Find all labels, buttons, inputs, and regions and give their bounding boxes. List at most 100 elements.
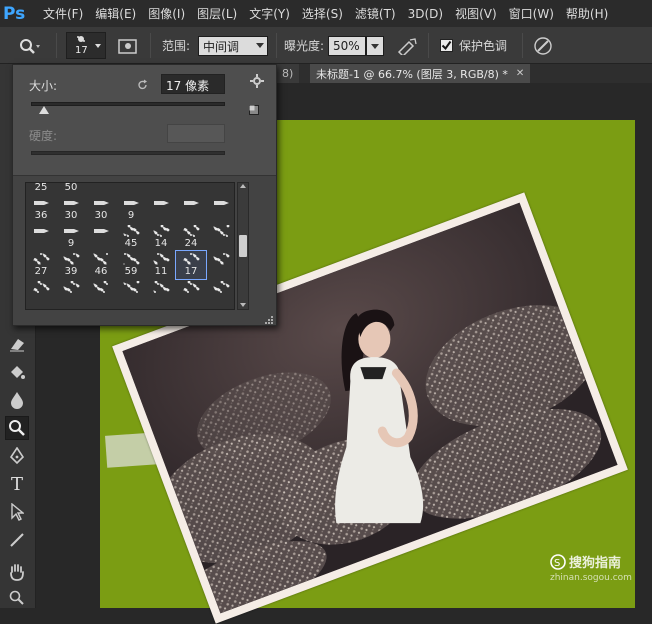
menu-view[interactable]: 视图(V) bbox=[455, 5, 497, 22]
paint-bucket-tool[interactable] bbox=[5, 360, 29, 384]
brush-preset-cell[interactable]: 39 bbox=[56, 251, 86, 279]
brush-tip-icon bbox=[211, 224, 231, 237]
pen-tool[interactable] bbox=[5, 444, 29, 468]
exposure-slider-button[interactable] bbox=[366, 36, 384, 56]
arrow-cursor-icon bbox=[11, 503, 24, 521]
brush-preset-cell[interactable] bbox=[146, 195, 176, 223]
brush-tip-icon bbox=[211, 197, 231, 209]
gear-icon[interactable] bbox=[250, 74, 264, 88]
brush-preset-cell[interactable] bbox=[206, 195, 234, 223]
brush-preset-size: 14 bbox=[154, 238, 168, 249]
menu-select[interactable]: 选择(S) bbox=[302, 5, 343, 22]
brush-preset-cell[interactable] bbox=[86, 183, 116, 195]
zoom-tool[interactable] bbox=[5, 586, 29, 610]
svg-text:S: S bbox=[554, 558, 560, 569]
brush-preset-cell[interactable] bbox=[26, 223, 56, 251]
menu-filter[interactable]: 滤镜(T) bbox=[355, 5, 396, 22]
menu-image[interactable]: 图像(I) bbox=[148, 5, 185, 22]
hand-tool[interactable] bbox=[5, 560, 29, 584]
resize-grip-icon[interactable] bbox=[265, 316, 273, 324]
sponge-tool[interactable] bbox=[5, 416, 29, 440]
brush-panel-icon bbox=[118, 38, 137, 54]
brush-preset-cell[interactable]: 14 bbox=[146, 223, 176, 251]
airbrush-button[interactable] bbox=[396, 27, 418, 64]
brush-preset-cell[interactable] bbox=[86, 223, 116, 251]
menu-file[interactable]: 文件(F) bbox=[43, 5, 83, 22]
brush-preset-cell[interactable]: 9 bbox=[56, 223, 86, 251]
brush-preset-cell[interactable] bbox=[146, 183, 176, 195]
hardness-input[interactable] bbox=[167, 124, 225, 143]
menu-window[interactable]: 窗口(W) bbox=[509, 5, 554, 22]
size-input[interactable]: 17 像素 bbox=[161, 74, 225, 94]
menu-edit[interactable]: 编辑(E) bbox=[95, 5, 136, 22]
brush-preset-cell[interactable]: 50 bbox=[56, 183, 86, 195]
brush-preset-cell[interactable]: 25 bbox=[26, 183, 56, 195]
type-tool[interactable]: T bbox=[5, 472, 29, 496]
brush-preset-cell[interactable] bbox=[26, 279, 56, 307]
airbrush-icon bbox=[397, 37, 417, 55]
brush-tip-icon bbox=[151, 197, 171, 209]
brush-preset-cell[interactable]: 30 bbox=[56, 195, 86, 223]
brush-preset-cell[interactable] bbox=[206, 279, 234, 307]
brush-preset-cell[interactable]: 46 bbox=[86, 251, 116, 279]
document-tab-1[interactable]: 8) bbox=[276, 64, 300, 83]
scroll-up-icon[interactable] bbox=[240, 184, 246, 188]
blur-tool[interactable] bbox=[5, 388, 29, 412]
pen-pressure-icon bbox=[534, 36, 552, 55]
range-select[interactable]: 中间调 bbox=[198, 36, 268, 56]
brush-preset-cell[interactable] bbox=[176, 279, 206, 307]
brush-preset-cell[interactable] bbox=[146, 279, 176, 307]
document-tab-2[interactable]: 未标题-1 @ 66.7% (图层 3, RGB/8) * ✕ bbox=[310, 64, 531, 83]
menu-help[interactable]: 帮助(H) bbox=[566, 5, 608, 22]
brush-tip-icon bbox=[61, 253, 81, 265]
hardness-slider-track[interactable] bbox=[31, 151, 225, 155]
brush-preset-cell[interactable] bbox=[176, 195, 206, 223]
brush-preset-cell-selected[interactable]: 17 bbox=[175, 250, 207, 280]
brush-preset-cell[interactable]: 36 bbox=[26, 195, 56, 223]
exposure-input[interactable]: 50% bbox=[328, 36, 366, 56]
close-icon[interactable]: ✕ bbox=[516, 68, 524, 79]
reset-size-icon[interactable] bbox=[137, 79, 149, 91]
brush-preset-cell[interactable]: 27 bbox=[26, 251, 56, 279]
toggle-brush-panel-button[interactable] bbox=[118, 27, 138, 64]
brush-preset-cell[interactable] bbox=[56, 279, 86, 307]
brush-preset-cell[interactable] bbox=[86, 279, 116, 307]
brush-tip-icon bbox=[61, 280, 81, 293]
brush-tip-icon bbox=[91, 253, 111, 265]
scroll-thumb[interactable] bbox=[239, 235, 247, 257]
brush-preset-cell[interactable]: 24 bbox=[176, 223, 206, 251]
brush-preset-cell[interactable] bbox=[176, 183, 206, 195]
range-value: 中间调 bbox=[203, 39, 240, 54]
brush-preset-button[interactable]: 17 bbox=[66, 32, 106, 59]
line-tool[interactable] bbox=[5, 528, 29, 552]
checkmark-icon bbox=[441, 40, 452, 51]
brush-preset-cell[interactable]: 11 bbox=[146, 251, 176, 279]
preset-scrollbar[interactable] bbox=[237, 182, 249, 310]
brush-preset-cell[interactable]: 45 bbox=[116, 223, 146, 251]
size-value: 17 像素 bbox=[166, 79, 210, 93]
brush-preset-cell[interactable] bbox=[206, 223, 234, 251]
brush-preset-cell[interactable] bbox=[206, 183, 234, 195]
brush-preset-cell[interactable]: 59 bbox=[116, 251, 146, 279]
scroll-down-icon[interactable] bbox=[240, 303, 246, 307]
path-selection-tool[interactable] bbox=[5, 500, 29, 524]
brush-preset-size: 27 bbox=[34, 266, 48, 277]
brush-preset-cell[interactable]: 9 bbox=[116, 195, 146, 223]
size-slider-thumb[interactable] bbox=[38, 106, 49, 114]
size-slider-track[interactable] bbox=[31, 102, 225, 114]
brush-preset-cell[interactable]: 30 bbox=[86, 195, 116, 223]
brush-preset-cell[interactable] bbox=[116, 183, 146, 195]
new-preset-icon[interactable] bbox=[249, 105, 259, 115]
brush-preset-cell[interactable] bbox=[116, 279, 146, 307]
tool-preset-picker[interactable] bbox=[18, 27, 40, 64]
brush-preset-cell[interactable] bbox=[206, 251, 234, 279]
menu-type[interactable]: 文字(Y) bbox=[249, 5, 290, 22]
brush-preset-size: 11 bbox=[154, 266, 168, 277]
menu-3d[interactable]: 3D(D) bbox=[408, 7, 443, 21]
protect-tones-checkbox[interactable] bbox=[440, 39, 453, 52]
pressure-size-button[interactable] bbox=[532, 27, 554, 64]
menu-layer[interactable]: 图层(L) bbox=[197, 5, 237, 22]
brush-tip-icon bbox=[91, 280, 111, 293]
brush-tip-icon bbox=[121, 280, 141, 293]
eraser-tool[interactable] bbox=[5, 332, 29, 356]
